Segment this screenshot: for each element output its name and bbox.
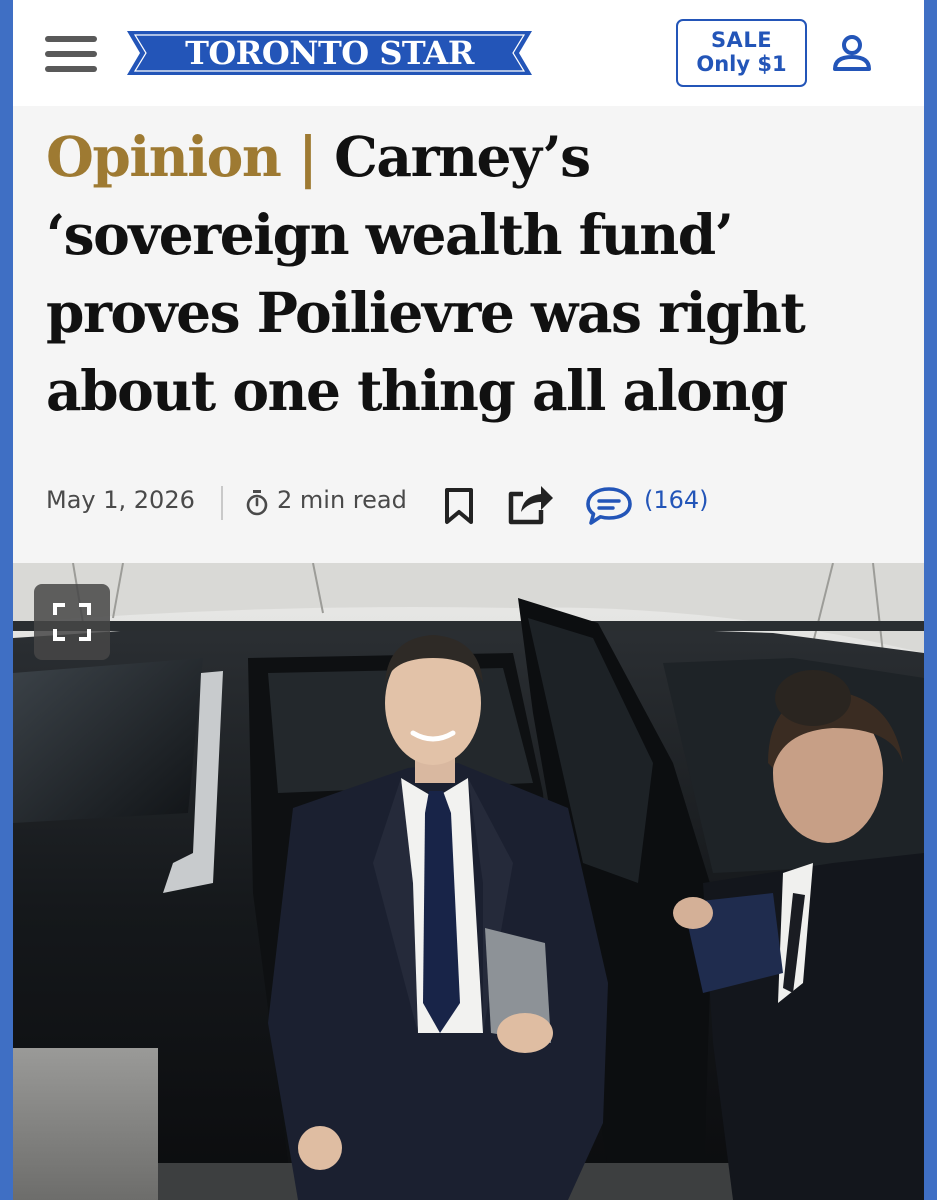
- stopwatch-icon: [245, 490, 269, 516]
- user-account-icon[interactable]: [830, 34, 874, 74]
- comment-count[interactable]: (164): [644, 486, 709, 514]
- sale-label: SALE: [710, 28, 773, 52]
- photo-scene: [13, 563, 924, 1200]
- article-hero-photo[interactable]: [13, 563, 924, 1200]
- opinion-kicker[interactable]: Opinion |: [46, 124, 318, 189]
- read-time: 2 min read: [277, 486, 407, 514]
- comment-bubble-icon[interactable]: [585, 486, 633, 526]
- sale-subscribe-button[interactable]: SALE Only $1: [676, 19, 807, 87]
- site-header: TORONTO STAR SALE Only $1: [13, 0, 924, 106]
- article-meta-row: May 1, 2026 2 min read (164): [13, 470, 924, 536]
- sale-price-label: Only $1: [696, 52, 787, 76]
- meta-divider: [221, 486, 223, 520]
- fullscreen-expand-icon[interactable]: [34, 584, 110, 660]
- toronto-star-logo[interactable]: TORONTO STAR: [127, 31, 532, 75]
- publish-date: May 1, 2026: [46, 486, 195, 514]
- logo-text: TORONTO STAR: [185, 34, 474, 72]
- bookmark-icon[interactable]: [443, 487, 475, 525]
- article-page: TORONTO STAR SALE Only $1 Opinion | Carn…: [13, 0, 924, 1200]
- hamburger-menu-icon[interactable]: [45, 36, 97, 72]
- article-headline: Opinion | Carney’s ‘sovereign wealth fun…: [46, 118, 906, 430]
- share-icon[interactable]: [507, 480, 555, 526]
